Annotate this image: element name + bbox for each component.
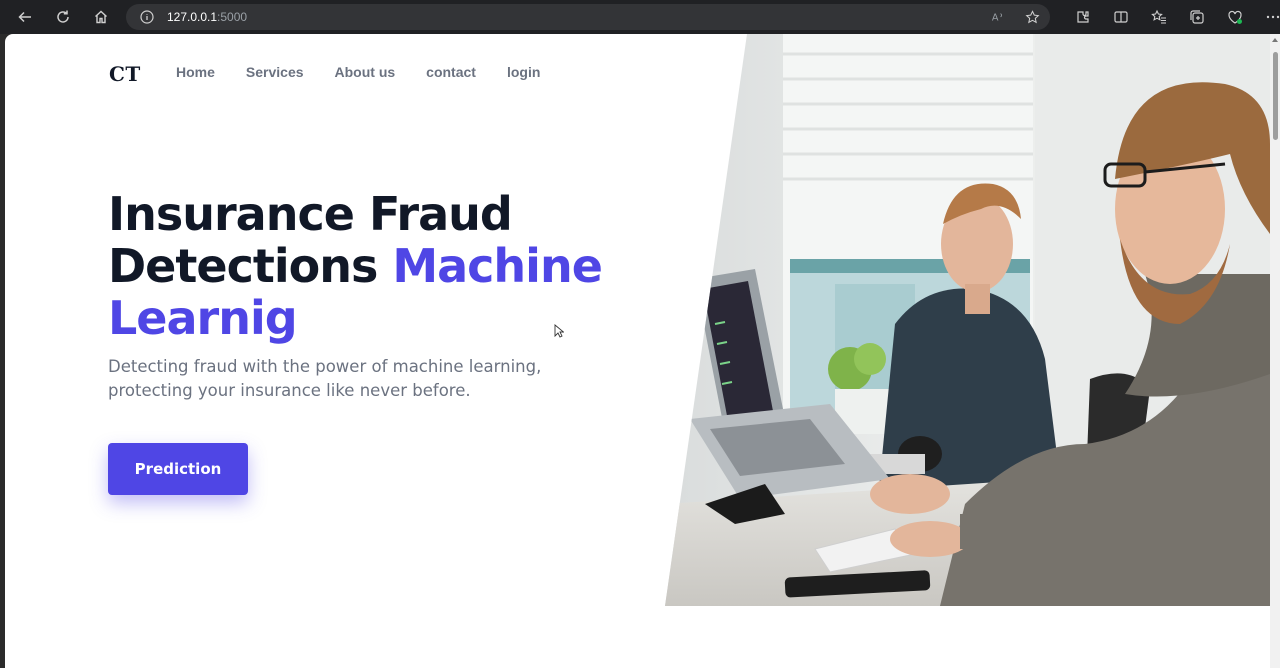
nav-home[interactable]: Home — [176, 64, 215, 80]
read-aloud-icon[interactable]: A — [990, 9, 1006, 25]
url-host: 127.0.0.1 — [167, 10, 218, 24]
browser-essentials-icon[interactable] — [1216, 0, 1254, 34]
favorites-icon[interactable] — [1140, 0, 1178, 34]
nav-login[interactable]: login — [507, 64, 540, 80]
site-info-icon[interactable] — [140, 10, 154, 24]
nav-contact[interactable]: contact — [426, 64, 476, 80]
address-bar[interactable]: 127.0.0.1:5000 A — [126, 4, 1050, 30]
more-menu-icon[interactable] — [1254, 0, 1280, 34]
main-nav: Home Services About us contact login — [176, 64, 571, 80]
nav-about-us[interactable]: About us — [335, 64, 396, 80]
scroll-up-arrow-icon[interactable] — [1272, 38, 1278, 42]
hero-subtitle: Detecting fraud with the power of machin… — [108, 357, 542, 400]
collections-icon[interactable] — [1178, 0, 1216, 34]
browser-toolbar: 127.0.0.1:5000 A — [0, 0, 1280, 34]
svg-text:A: A — [992, 13, 999, 24]
nav-services[interactable]: Services — [246, 64, 304, 80]
hero-title: Insurance Fraud Detections Machine Learn… — [108, 188, 668, 344]
page-scrollbar[interactable] — [1270, 34, 1280, 668]
reload-icon[interactable] — [44, 0, 82, 34]
hero-office-photo — [665, 34, 1270, 606]
scroll-thumb[interactable] — [1273, 52, 1278, 140]
hero-title-line2: Detections — [108, 239, 393, 293]
home-icon[interactable] — [82, 0, 120, 34]
site-logo[interactable]: CT — [109, 62, 141, 86]
prediction-button[interactable]: Prediction — [108, 443, 248, 495]
back-icon[interactable] — [6, 0, 44, 34]
split-screen-icon[interactable] — [1102, 0, 1140, 34]
hero-title-line1: Insurance Fraud — [108, 187, 513, 241]
page-viewport: CT Home Services About us contact login … — [5, 34, 1270, 668]
mouse-cursor-icon — [554, 324, 564, 338]
favorite-star-icon[interactable] — [1024, 9, 1040, 25]
url-port: :5000 — [217, 10, 248, 24]
extensions-icon[interactable] — [1064, 0, 1102, 34]
